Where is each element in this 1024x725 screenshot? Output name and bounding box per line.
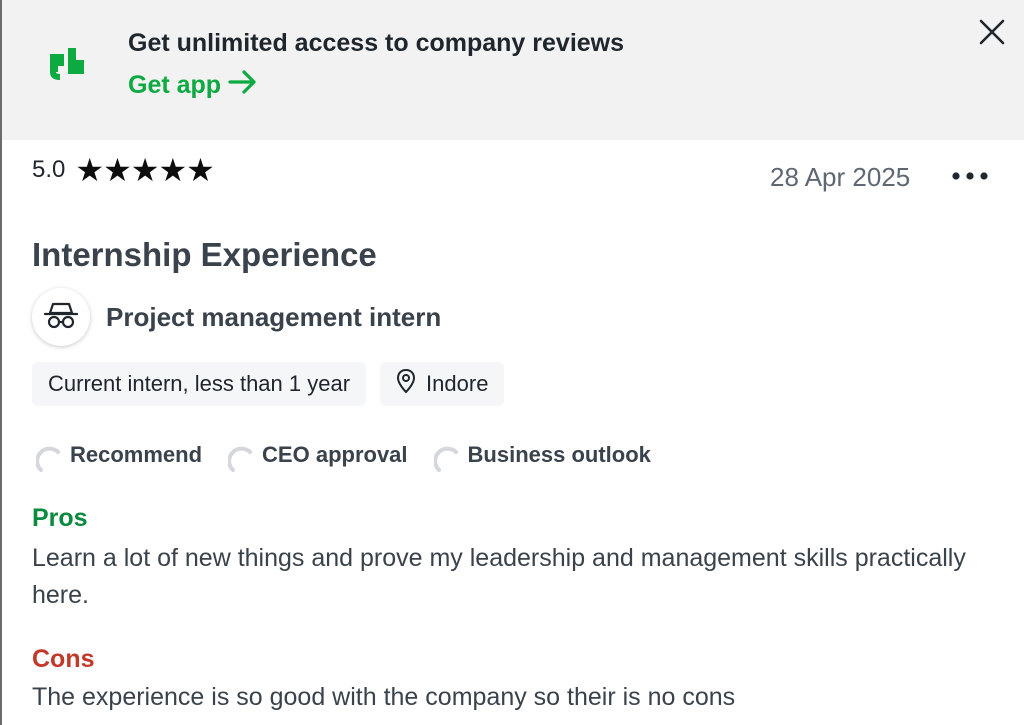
close-icon xyxy=(978,18,1006,51)
arrow-right-icon xyxy=(227,68,259,103)
rating-indicators: Recommend CEO approval Business outlook xyxy=(35,440,651,472)
glassdoor-logo-icon xyxy=(46,44,88,84)
ceo-approval-indicator: CEO approval xyxy=(227,440,408,472)
star-rating: ★★★★★ xyxy=(75,152,214,188)
loading-ring-icon xyxy=(227,444,258,474)
cons-heading: Cons xyxy=(32,645,95,673)
more-horizontal-icon xyxy=(950,168,990,186)
rating-value: 5.0 xyxy=(32,156,66,183)
app-promo-banner: Get unlimited access to company reviews … xyxy=(2,0,1024,140)
close-button[interactable] xyxy=(972,14,1012,54)
review-panel: Get unlimited access to company reviews … xyxy=(0,0,1024,725)
location-pin-icon xyxy=(396,368,416,400)
reviewer-job-row: Project management intern xyxy=(32,288,441,346)
pros-text: Learn a lot of new things and prove my l… xyxy=(32,544,966,609)
business-outlook-label: Business outlook xyxy=(467,442,651,467)
rating-row: 5.0 ★★★★★ xyxy=(32,152,215,188)
loading-ring-icon xyxy=(432,444,464,474)
more-options-button[interactable] xyxy=(942,160,998,194)
location-label: Indore xyxy=(426,371,489,396)
get-app-label: Get app xyxy=(128,71,222,99)
banner-title: Get unlimited access to company reviews xyxy=(128,29,625,57)
employment-status-chip: Current intern, less than 1 year xyxy=(32,362,367,406)
recommend-label: Recommend xyxy=(70,442,203,467)
get-app-link[interactable]: Get app xyxy=(128,68,259,103)
incognito-icon xyxy=(43,300,79,335)
review-meta-chips: Current intern, less than 1 year Indore xyxy=(32,362,505,406)
employment-status-label: Current intern, less than 1 year xyxy=(48,371,351,396)
loading-ring-icon xyxy=(35,444,66,474)
cons-text: The experience is so good with the compa… xyxy=(32,683,736,711)
review-date: 28 Apr 2025 xyxy=(770,162,911,192)
location-chip: Indore xyxy=(380,362,505,406)
review-title: Internship Experience xyxy=(32,236,377,273)
pros-heading: Pros xyxy=(32,504,88,532)
business-outlook-indicator: Business outlook xyxy=(432,440,651,472)
recommend-indicator: Recommend xyxy=(35,440,203,472)
ceo-approval-label: CEO approval xyxy=(262,442,408,467)
job-title: Project management intern xyxy=(106,301,442,332)
avatar xyxy=(32,288,90,346)
